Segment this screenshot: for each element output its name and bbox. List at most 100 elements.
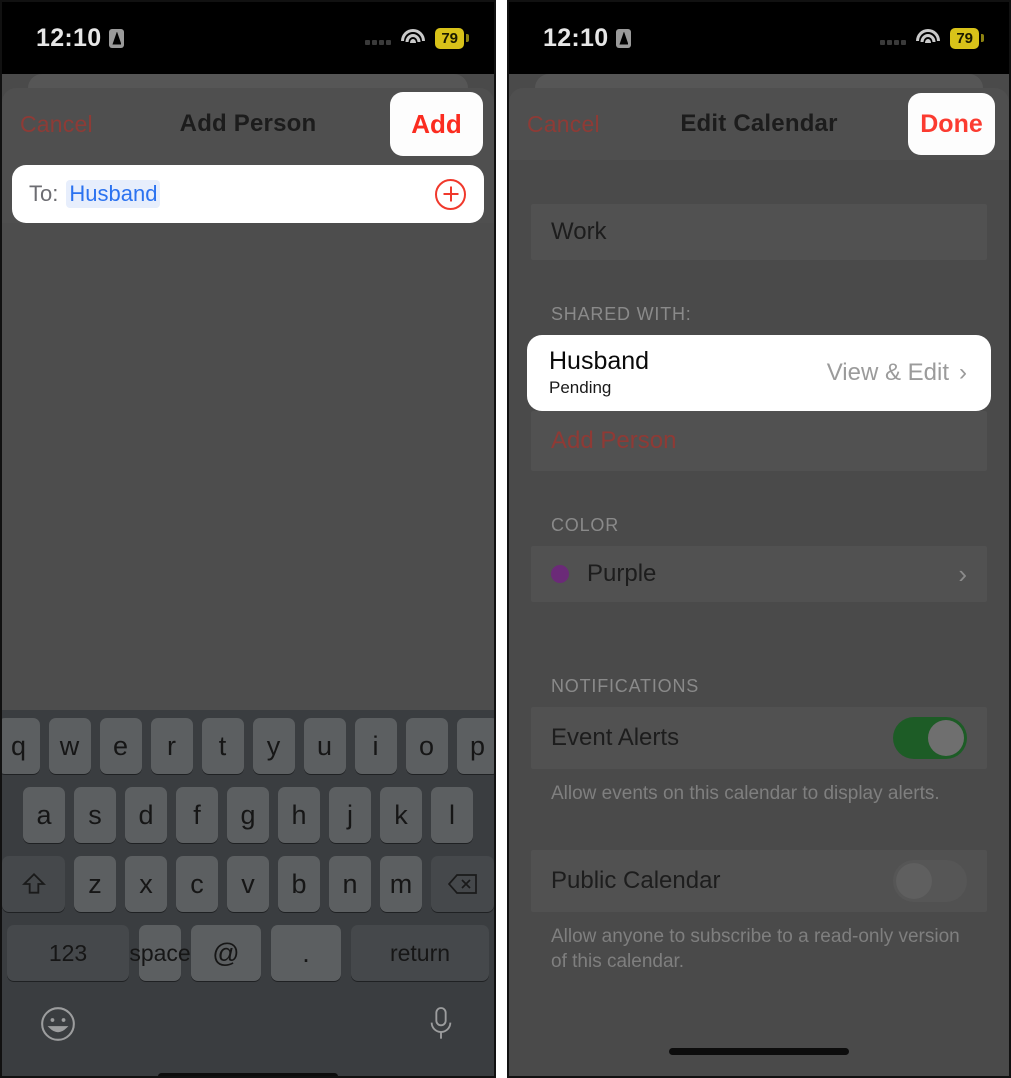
status-bar-left-group-2: 12:10 [543,23,632,53]
key-o[interactable]: o [405,718,448,774]
nav-bar-add-person: Cancel Add Person Add [2,88,494,160]
cancel-button[interactable]: Cancel [20,111,93,138]
chevron-right-icon: › [959,359,967,386]
notifications-header: NOTIFICATIONS [551,676,700,696]
keyboard-row-2: a s d f g h j k l [5,787,491,843]
calendar-name-value: Work [551,218,607,245]
key-g[interactable]: g [227,787,269,843]
edit-calendar-body: Work SHARED WITH: Husband Pending View &… [509,160,1009,974]
keyboard-row-4: 123 space @ . return [5,925,491,981]
right-phone-screen: 12:10 79 Cancel Edit Calendar Done Work … [507,0,1011,1078]
done-button[interactable]: Done [908,93,995,155]
numeric-key[interactable]: 123 [7,925,129,981]
calendar-name-field[interactable]: Work [531,204,987,260]
sheet-stack-left: Cancel Add Person Add To: Husband [2,74,494,223]
keyboard-bottom-bar [5,989,491,1059]
backspace-icon[interactable] [431,856,494,912]
keyboard-row-3: z x c v b n m [2,856,494,912]
at-key[interactable]: @ [191,925,261,981]
period-key[interactable]: . [271,925,341,981]
key-b[interactable]: b [278,856,320,912]
toggle-knob [896,863,932,900]
add-person-row[interactable]: Add Person [531,411,987,471]
key-l[interactable]: l [431,787,473,843]
key-t[interactable]: t [201,718,244,774]
key-r[interactable]: r [150,718,193,774]
home-indicator-left [5,1059,491,1076]
emoji-icon[interactable] [39,1005,77,1048]
color-swatch-icon [551,565,569,583]
battery-indicator: 79 [435,27,464,49]
public-calendar-row[interactable]: Public Calendar [531,850,987,913]
chevron-right-icon: › [958,559,967,589]
key-a[interactable]: a [23,787,65,843]
to-field[interactable]: To: Husband [12,165,484,223]
key-p[interactable]: p [456,718,494,774]
return-key[interactable]: return [351,925,489,981]
wifi-icon [401,29,426,47]
key-h[interactable]: h [278,787,320,843]
home-indicator-right [509,1034,1009,1068]
shared-person-text: Husband Pending [549,348,649,398]
home-bar [158,1072,338,1076]
event-alerts-row[interactable]: Event Alerts [531,707,987,769]
key-m[interactable]: m [380,856,422,912]
screenshot-stage: 12:10 79 Cancel Add Person Add To: Husba… [0,0,1011,1078]
public-calendar-caption: Allow anyone to subscribe to a read-only… [551,926,960,973]
recipient-token[interactable]: Husband [66,180,161,208]
cellular-signal-icon [880,31,907,45]
key-s[interactable]: s [74,787,116,843]
space-key[interactable]: space [129,925,191,981]
status-bar-right-group: 79 [365,27,464,49]
color-row[interactable]: Purple › [531,546,987,602]
add-button-label: Add [411,108,462,139]
shared-person-permission-group[interactable]: View & Edit › [827,359,967,387]
status-time: 12:10 [543,23,609,52]
key-k[interactable]: k [380,787,422,843]
event-alerts-caption: Allow events on this calendar to display… [551,783,940,804]
done-button-highlight: Done [908,93,995,155]
key-z[interactable]: z [74,856,116,912]
status-bar-right-group-2: 79 [880,27,979,49]
edit-calendar-sheet: Cancel Edit Calendar Done [509,88,1009,160]
keyboard-row-1: q w e r t y u i o p [2,718,494,774]
microphone-icon[interactable] [425,1005,457,1048]
add-person-sheet: Cancel Add Person Add To: Husband [2,88,494,223]
add-contact-plus-icon[interactable] [435,178,466,210]
key-x[interactable]: x [125,856,167,912]
to-field-label: To: [29,181,59,206]
key-w[interactable]: w [48,718,91,774]
public-calendar-toggle[interactable] [893,860,967,903]
add-person-label: Add Person [551,427,677,454]
shared-person-row[interactable]: Husband Pending View & Edit › [527,335,991,411]
add-button[interactable]: Add [390,92,483,156]
key-d[interactable]: d [125,787,167,843]
key-j[interactable]: j [329,787,371,843]
sheet-empty-area [2,223,494,710]
status-time: 12:10 [36,23,102,52]
event-alerts-toggle[interactable] [893,717,967,759]
key-q[interactable]: q [2,718,40,774]
shared-person-name: Husband [549,347,650,376]
key-u[interactable]: u [303,718,346,774]
key-c[interactable]: c [176,856,218,912]
key-e[interactable]: e [99,718,142,774]
public-calendar-label: Public Calendar [551,867,721,895]
event-alerts-label: Event Alerts [551,724,680,751]
color-header: COLOR [551,515,620,535]
key-y[interactable]: y [252,718,295,774]
key-v[interactable]: v [227,856,269,912]
screen-record-icon [616,28,632,48]
key-f[interactable]: f [176,787,218,843]
key-i[interactable]: i [354,718,397,774]
nav-bar-edit-calendar: Cancel Edit Calendar Done [509,88,1009,160]
key-n[interactable]: n [329,856,371,912]
add-button-highlight: Add [390,92,483,156]
shift-icon[interactable] [2,856,65,912]
wifi-icon [916,29,941,47]
cancel-button[interactable]: Cancel [527,111,600,138]
toggle-knob [928,720,964,756]
